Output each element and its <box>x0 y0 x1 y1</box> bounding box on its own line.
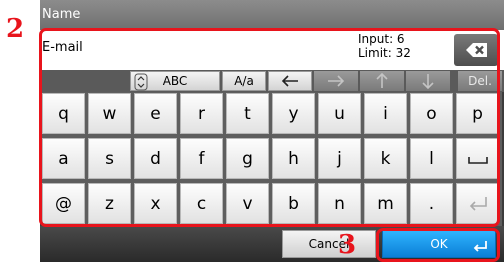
screen-title: Name <box>42 7 81 22</box>
title-bar: Name <box>40 0 504 30</box>
keyboard-highlight-frame <box>39 28 500 227</box>
step-3-callout: 3 <box>338 230 357 260</box>
ok-highlight-frame <box>376 228 500 262</box>
cancel-button[interactable]: Cancel <box>282 230 376 258</box>
step-2-callout: 2 <box>6 14 25 44</box>
